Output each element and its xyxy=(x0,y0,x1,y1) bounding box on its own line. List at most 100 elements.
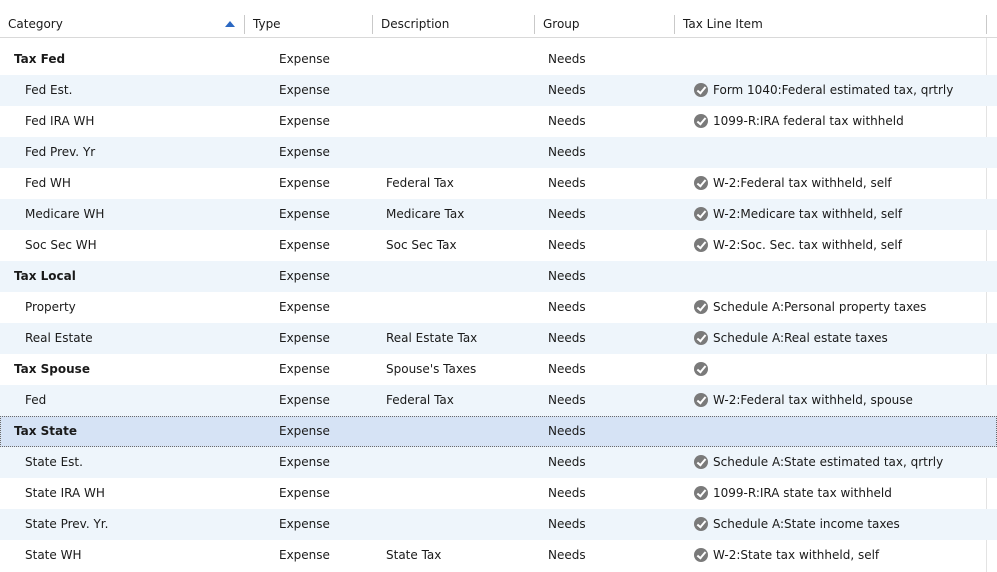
table-row[interactable]: Tax Fed Expense Needs xyxy=(0,44,997,75)
column-header-group[interactable]: Group xyxy=(535,12,675,37)
check-circle-icon xyxy=(694,392,708,407)
cell-tax-line-item: W-2:Federal tax withheld, spouse xyxy=(675,385,986,416)
cell-tax-line-item: W-2:Soc. Sec. tax withheld, self xyxy=(675,230,986,261)
cell-description xyxy=(373,478,535,509)
cell-tax-line-item: Schedule A:Personal property taxes xyxy=(675,292,986,323)
cell-tax-line-item: Schedule A:State income taxes xyxy=(675,509,986,540)
cell-category: Real Estate xyxy=(25,331,93,345)
table-row[interactable]: Tax Local Expense Needs xyxy=(0,261,997,292)
check-circle-icon xyxy=(694,113,708,128)
column-header-label: Category xyxy=(8,17,63,31)
cell-group: Needs xyxy=(548,207,586,221)
cell-type: Expense xyxy=(279,207,330,221)
check-circle-icon xyxy=(694,299,708,314)
cell-category: Property xyxy=(25,300,76,314)
table-row[interactable]: Real Estate Expense Real Estate Tax Needs Sc… xyxy=(0,323,997,354)
cell-group: Needs xyxy=(548,83,586,97)
cell-category: Tax State xyxy=(14,424,78,438)
table-row[interactable]: Tax State Expense Needs xyxy=(0,416,997,447)
cell-description: State Tax xyxy=(386,548,442,562)
cell-description: Medicare Tax xyxy=(386,207,465,221)
cell-type: Expense xyxy=(279,362,330,376)
cell-category: Fed xyxy=(25,393,47,407)
cell-group: Needs xyxy=(548,517,586,531)
cell-type: Expense xyxy=(279,486,330,500)
cell-description: Soc Sec Tax xyxy=(386,238,457,252)
cell-group: Needs xyxy=(548,548,586,562)
cell-description: Real Estate Tax xyxy=(386,331,478,345)
tax-line-text: 1099-R:IRA federal tax withheld xyxy=(713,114,904,128)
table-row[interactable]: Tax Spouse Expense Spouse's Taxes Needs xyxy=(0,354,997,385)
column-header-category[interactable]: Category xyxy=(0,12,245,37)
cell-group: Needs xyxy=(548,269,586,283)
sort-ascending-icon xyxy=(225,21,235,27)
cell-tax-line-item: Form 1040:Federal estimated tax, qrtrly xyxy=(675,75,986,106)
cell-category: Medicare WH xyxy=(25,207,105,221)
table-row[interactable]: Fed Expense Federal Tax Needs W-2:Federal ta… xyxy=(0,385,997,416)
cell-type: Expense xyxy=(279,52,330,66)
cell-category: State Est. xyxy=(25,455,83,469)
cell-type: Expense xyxy=(279,455,330,469)
tax-line-text: W-2:State tax withheld, self xyxy=(713,548,880,562)
cell-tax-line-item: Schedule A:State estimated tax, qrtrly xyxy=(675,447,986,478)
column-header-description[interactable]: Description xyxy=(373,12,535,37)
table-row[interactable]: Soc Sec WH Expense Soc Sec Tax Needs W-2:Soc… xyxy=(0,230,997,261)
cell-type: Expense xyxy=(279,176,330,190)
cell-group: Needs xyxy=(548,300,586,314)
cell-group: Needs xyxy=(548,362,586,376)
cell-type: Expense xyxy=(279,145,330,159)
cell-description xyxy=(373,106,535,137)
cell-description xyxy=(373,137,535,168)
cell-type: Expense xyxy=(279,393,330,407)
cell-tax-line-item xyxy=(675,44,986,75)
table-row[interactable]: State IRA WH Expense Needs 1099-R:IRA state… xyxy=(0,478,997,509)
table-row[interactable]: Fed WH Expense Federal Tax Needs W-2:Federal… xyxy=(0,168,997,199)
check-circle-icon xyxy=(694,330,708,345)
column-header-type[interactable]: Type xyxy=(245,12,373,37)
cell-tax-line-item xyxy=(675,261,986,292)
check-circle-icon xyxy=(694,516,708,531)
cell-tax-line-item: W-2:State tax withheld, self xyxy=(675,540,986,571)
cell-group: Needs xyxy=(548,455,586,469)
check-circle-icon xyxy=(694,82,708,97)
tax-line-text: W-2:Soc. Sec. tax withheld, self xyxy=(713,238,902,252)
category-grid: Category Type Description Group Tax Line… xyxy=(0,0,997,572)
check-circle-icon xyxy=(694,206,708,221)
cell-category: Tax Spouse xyxy=(14,362,90,376)
cell-category: Soc Sec WH xyxy=(25,238,97,252)
cell-category: State IRA WH xyxy=(25,486,105,500)
cell-tax-line-item xyxy=(675,137,986,168)
cell-description xyxy=(373,509,535,540)
tax-line-text: W-2:Medicare tax withheld, self xyxy=(713,207,903,221)
cell-group: Needs xyxy=(548,486,586,500)
column-header-tax-line-item[interactable]: Tax Line Item xyxy=(675,12,987,37)
cell-tax-line-item xyxy=(675,416,986,447)
cell-description xyxy=(373,44,535,75)
table-row[interactable]: State Est. Expense Needs Schedule A:State e… xyxy=(0,447,997,478)
tax-line-text: Schedule A:Personal property taxes xyxy=(713,300,927,314)
check-circle-icon xyxy=(694,237,708,252)
tax-line-text: W-2:Federal tax withheld, self xyxy=(713,176,892,190)
cell-group: Needs xyxy=(548,176,586,190)
cell-description: Federal Tax xyxy=(386,176,454,190)
column-header-label: Type xyxy=(253,17,281,31)
table-row[interactable]: Fed Est. Expense Needs Form 1040:Federal es… xyxy=(0,75,997,106)
cell-tax-line-item xyxy=(675,354,986,385)
table-row[interactable]: State WH Expense State Tax Needs W-2:State t… xyxy=(0,540,997,571)
tax-line-text: W-2:Federal tax withheld, spouse xyxy=(713,393,913,407)
table-row[interactable]: Medicare WH Expense Medicare Tax Needs W-2:M… xyxy=(0,199,997,230)
cell-category: Fed Prev. Yr xyxy=(25,145,96,159)
table-row[interactable]: Property Expense Needs Schedule A:Personal … xyxy=(0,292,997,323)
cell-type: Expense xyxy=(279,548,330,562)
cell-category: Fed IRA WH xyxy=(25,114,95,128)
cell-description: Spouse's Taxes xyxy=(386,362,477,376)
table-row[interactable]: Fed Prev. Yr Expense Needs xyxy=(0,137,997,168)
tax-line-text: Schedule A:Real estate taxes xyxy=(713,331,888,345)
cell-description xyxy=(373,416,535,447)
cell-group: Needs xyxy=(548,52,586,66)
table-row[interactable]: State Prev. Yr. Expense Needs Schedule A:St… xyxy=(0,509,997,540)
table-row[interactable]: Fed IRA WH Expense Needs 1099-R:IRA federal… xyxy=(0,106,997,137)
column-header-label: Description xyxy=(381,17,450,31)
cell-category: State WH xyxy=(25,548,82,562)
column-header-label: Group xyxy=(543,17,580,31)
